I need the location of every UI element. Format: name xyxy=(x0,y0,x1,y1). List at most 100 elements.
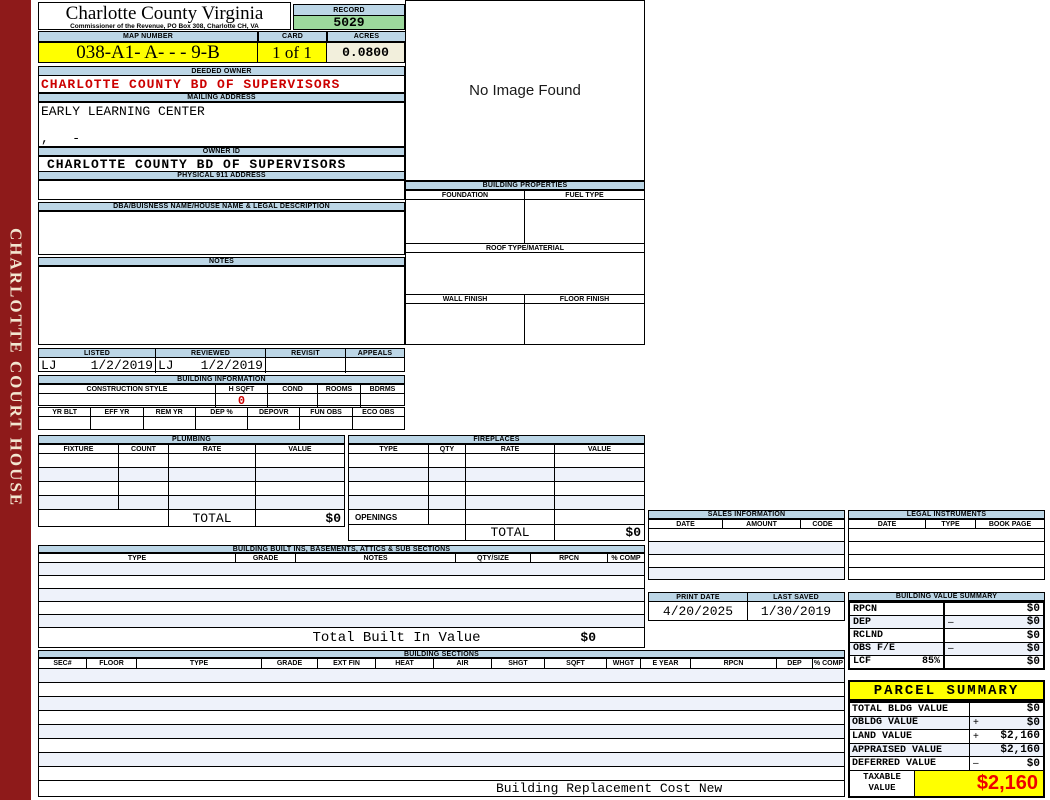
building-sections-row xyxy=(39,697,844,711)
h-sqft-label: H SQFT xyxy=(216,385,268,393)
building-sections-title: BUILDING SECTIONS xyxy=(38,650,845,658)
built-ins-row xyxy=(39,563,644,576)
appeals-value xyxy=(346,358,404,373)
sales-row xyxy=(649,529,844,542)
fireplaces-row xyxy=(349,482,644,496)
acres-value: 0.0800 xyxy=(327,42,405,63)
sales-information-title: SALES INFORMATION xyxy=(648,510,845,519)
fireplaces-row xyxy=(349,496,644,510)
building-information-table: CONSTRUCTION STYLE H SQFT COND ROOMS BDR… xyxy=(38,384,405,408)
plumbing-row xyxy=(39,454,344,468)
plumbing-title: PLUMBING xyxy=(38,435,345,444)
taxable-value-row: TAXABLE VALUE $2,160 xyxy=(850,770,1043,796)
building-sections-row xyxy=(39,669,844,683)
fireplaces-qty-label: QTY xyxy=(429,445,466,453)
taxable-value-label: TAXABLE VALUE xyxy=(850,770,915,796)
wall-finish-value xyxy=(406,304,525,344)
dep-label: DEP xyxy=(777,659,813,668)
built-ins-grade-label: GRADE xyxy=(236,554,296,562)
built-ins-row xyxy=(39,576,644,589)
plumbing-rate-label: RATE xyxy=(169,445,256,453)
foundation-label: FOUNDATION xyxy=(406,191,525,199)
mailing-address-line2: , - xyxy=(41,131,81,146)
parcel-row-value: $0 xyxy=(1026,703,1040,716)
legal-date-label: DATE xyxy=(849,520,926,528)
taxable-value-cell: $2,160 xyxy=(915,770,1043,796)
reviewed-by: LJ xyxy=(158,358,174,373)
eff-yr-label: EFF YR xyxy=(91,408,144,416)
legal-book-page-label: BOOK PAGE xyxy=(988,520,1032,528)
bvs-row-label: DEP xyxy=(850,616,945,629)
plumbing-value-label: VALUE xyxy=(288,445,312,453)
no-image-text: No Image Found xyxy=(469,82,581,99)
bvs-row-value: $0 xyxy=(1026,642,1040,655)
building-sections-table: SEC# FLOOR TYPE GRADE EXT FIN HEAT AIR S… xyxy=(38,658,845,797)
fireplaces-title: FIREPLACES xyxy=(348,435,645,444)
legal-row xyxy=(849,542,1044,555)
e-year-label: E YEAR xyxy=(641,659,691,668)
parcel-row: APPRAISED VALUE $2,160 xyxy=(850,743,1043,758)
sales-row xyxy=(649,555,844,568)
sales-information-table: DATE AMOUNT CODE xyxy=(648,519,845,580)
sales-code-label: CODE xyxy=(812,520,833,528)
built-ins-table: TYPE GRADE NOTES QTY/SIZE RPCN % COMP To… xyxy=(38,553,645,648)
bdrms-value xyxy=(361,394,404,408)
parcel-row-value: $0 xyxy=(1026,716,1040,729)
fuel-type-label: FUEL TYPE xyxy=(565,191,604,199)
property-image-panel: No Image Found xyxy=(405,0,645,181)
listed-by: LJ xyxy=(41,358,57,373)
last-saved-value: 1/30/2019 xyxy=(760,603,832,619)
depovr-label: DEPOVR xyxy=(248,408,301,416)
floor-label: FLOOR xyxy=(87,659,137,668)
fireplaces-row xyxy=(349,468,644,482)
fireplaces-table: TYPE QTY RATE VALUE OPENINGS TOTAL $0 xyxy=(348,444,645,541)
comp-label: % COMP xyxy=(813,660,844,667)
yr-blt-label: YR BLT xyxy=(39,408,92,416)
mailing-address-label: MAILING ADDRESS xyxy=(38,93,405,102)
built-ins-type-label: TYPE xyxy=(39,554,236,562)
rooms-value xyxy=(318,394,361,408)
foundation-fuel-values xyxy=(406,200,644,244)
listed-value: LJ 1/2/2019 xyxy=(39,358,156,373)
parcel-row: OBLDG VALUE + $0 xyxy=(850,716,1043,731)
bvs-row-value: $0 xyxy=(1026,603,1040,616)
parcel-row-value: $2,160 xyxy=(1000,730,1040,743)
building-sections-row xyxy=(39,683,844,697)
building-value-summary-title: BUILDING VALUE SUMMARY xyxy=(848,592,1045,601)
dba-label: DBA/BUISNESS NAME/HOUSE NAME & LEGAL DES… xyxy=(38,202,405,211)
built-ins-rpcn-label: RPCN xyxy=(531,554,608,562)
sales-row xyxy=(649,568,844,579)
parcel-row: LAND VALUE + $2,160 xyxy=(850,730,1043,744)
print-date-label: PRINT DATE xyxy=(649,593,748,601)
building-replacement-label: Building Replacement Cost New xyxy=(496,781,723,796)
built-ins-row xyxy=(39,589,644,602)
parcel-row-op: – xyxy=(973,758,979,770)
rooms-label: ROOMS xyxy=(318,385,361,393)
bvs-row-op: – xyxy=(948,616,954,628)
rem-yr-label: REM YR xyxy=(144,408,196,416)
eco-obs-label: ECO OBS xyxy=(362,408,395,416)
map-value-row: 038-A1- A- - - 9-B 1 of 1 0.0800 xyxy=(38,42,405,63)
roof-type-label: ROOF TYPE/MATERIAL xyxy=(485,244,565,252)
wall-finish-label: WALL FINISH xyxy=(406,295,525,303)
wall-floor-values xyxy=(406,304,644,344)
sqft-label: SQFT xyxy=(545,659,607,668)
parcel-row-label: OBLDG VALUE xyxy=(850,716,970,730)
parcel-row-label: TOTAL BLDG VALUE xyxy=(850,703,970,716)
bvs-row-label: RPCN xyxy=(850,603,945,616)
plumbing-row xyxy=(39,496,344,510)
sidebar-banner-title: CHARLOTTE COURT HOUSE xyxy=(6,228,26,508)
notes-box xyxy=(38,266,405,345)
bvs-row: RCLND $0 xyxy=(850,629,1043,643)
rpcn-label: RPCN xyxy=(691,659,777,668)
notes-label: NOTES xyxy=(38,257,405,266)
built-ins-notes-label: NOTES xyxy=(296,554,456,562)
reviewed-value: LJ 1/2/2019 xyxy=(156,358,266,373)
parcel-summary-table: TOTAL BLDG VALUE $0 OBLDG VALUE + $0 LAN… xyxy=(848,701,1045,798)
bvs-row: RPCN $0 xyxy=(850,603,1043,617)
owner-id-label: OWNER ID xyxy=(38,147,405,156)
air-label: AIR xyxy=(434,659,492,668)
fuel-type-value xyxy=(525,200,644,243)
whgt-label: WHGT xyxy=(607,659,641,668)
fireplaces-value-label: VALUE xyxy=(587,445,612,453)
